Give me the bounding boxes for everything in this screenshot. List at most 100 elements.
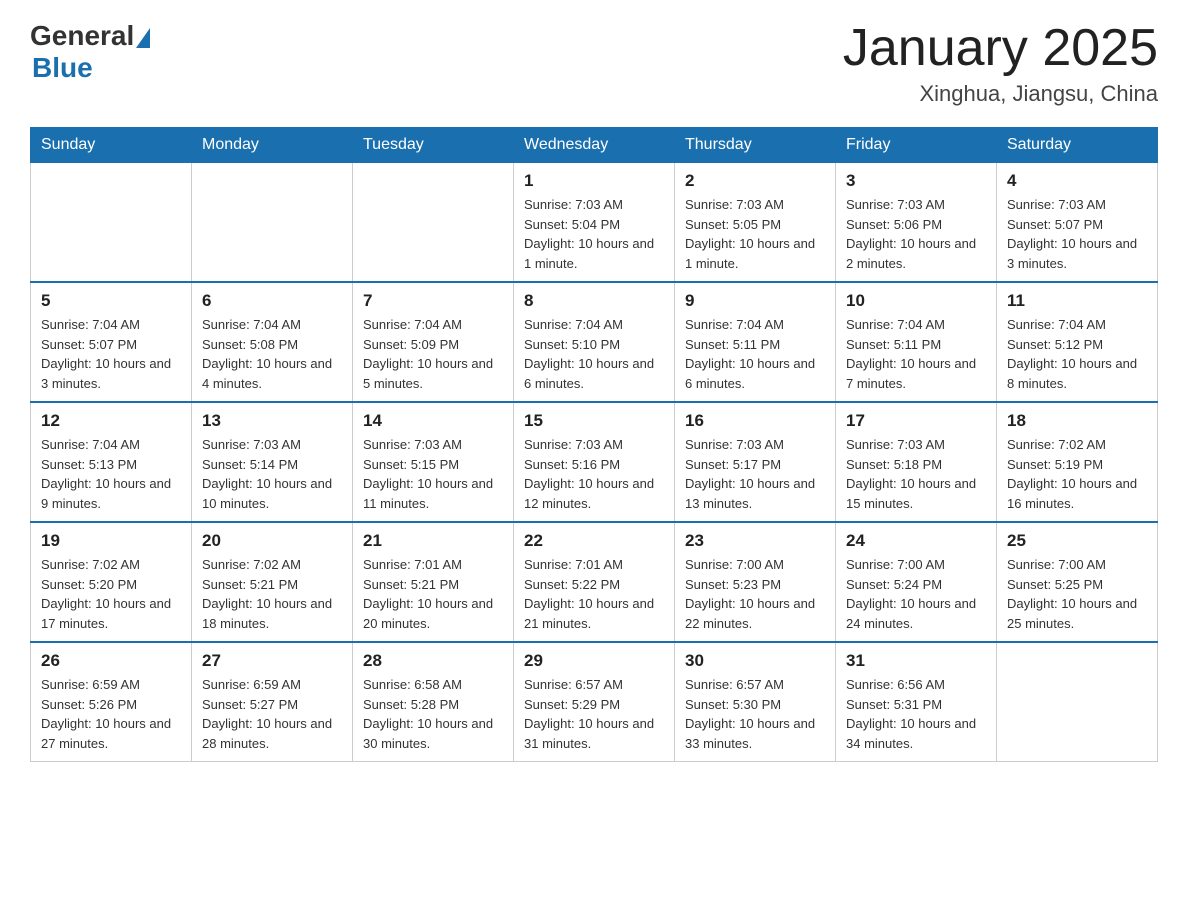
day-info: Sunrise: 6:56 AMSunset: 5:31 PMDaylight:… (846, 675, 986, 753)
day-info: Sunrise: 7:03 AMSunset: 5:18 PMDaylight:… (846, 435, 986, 513)
day-info: Sunrise: 7:04 AMSunset: 5:11 PMDaylight:… (846, 315, 986, 393)
day-info: Sunrise: 7:04 AMSunset: 5:13 PMDaylight:… (41, 435, 181, 513)
day-number: 29 (524, 651, 664, 671)
calendar-day-cell: 24Sunrise: 7:00 AMSunset: 5:24 PMDayligh… (836, 522, 997, 642)
calendar-day-cell: 17 Sunrise: 7:03 AMSunset: 5:18 PMDayligh… (836, 402, 997, 522)
day-number: 7 (363, 291, 503, 311)
calendar-day-cell: 21Sunrise: 7:01 AMSunset: 5:21 PMDayligh… (353, 522, 514, 642)
day-info: Sunrise: 7:02 AMSunset: 5:19 PMDaylight:… (1007, 435, 1147, 513)
logo-general-text: General (30, 20, 134, 52)
calendar-day-cell: 31 Sunrise: 6:56 AMSunset: 5:31 PMDayligh… (836, 642, 997, 762)
day-number: 31 (846, 651, 986, 671)
day-number: 30 (685, 651, 825, 671)
day-number: 8 (524, 291, 664, 311)
calendar-week-row: 19 Sunrise: 7:02 AMSunset: 5:20 PMDayligh… (31, 522, 1158, 642)
day-info: Sunrise: 7:03 AMSunset: 5:05 PMDaylight:… (685, 195, 825, 273)
calendar-day-cell: 28 Sunrise: 6:58 AMSunset: 5:28 PMDayligh… (353, 642, 514, 762)
day-info: Sunrise: 6:59 AMSunset: 5:27 PMDaylight:… (202, 675, 342, 753)
title-block: January 2025 Xinghua, Jiangsu, China (843, 20, 1158, 107)
day-number: 18 (1007, 411, 1147, 431)
day-number: 4 (1007, 171, 1147, 191)
day-number: 13 (202, 411, 342, 431)
day-info: Sunrise: 6:58 AMSunset: 5:28 PMDaylight:… (363, 675, 503, 753)
calendar-week-row: 12 Sunrise: 7:04 AMSunset: 5:13 PMDayligh… (31, 402, 1158, 522)
day-number: 23 (685, 531, 825, 551)
calendar-day-cell: 11 Sunrise: 7:04 AMSunset: 5:12 PMDayligh… (997, 282, 1158, 402)
day-info: Sunrise: 7:03 AMSunset: 5:15 PMDaylight:… (363, 435, 503, 513)
calendar-day-cell: 14Sunrise: 7:03 AMSunset: 5:15 PMDayligh… (353, 402, 514, 522)
calendar-day-cell: 15Sunrise: 7:03 AMSunset: 5:16 PMDayligh… (514, 402, 675, 522)
day-info: Sunrise: 7:02 AMSunset: 5:20 PMDaylight:… (41, 555, 181, 633)
day-info: Sunrise: 7:04 AMSunset: 5:09 PMDaylight:… (363, 315, 503, 393)
day-info: Sunrise: 7:03 AMSunset: 5:17 PMDaylight:… (685, 435, 825, 513)
day-number: 17 (846, 411, 986, 431)
day-info: Sunrise: 7:00 AMSunset: 5:25 PMDaylight:… (1007, 555, 1147, 633)
calendar-day-cell: 29 Sunrise: 6:57 AMSunset: 5:29 PMDayligh… (514, 642, 675, 762)
weekday-header-thursday: Thursday (675, 128, 836, 163)
day-info: Sunrise: 7:04 AMSunset: 5:12 PMDaylight:… (1007, 315, 1147, 393)
day-info: Sunrise: 7:03 AMSunset: 5:14 PMDaylight:… (202, 435, 342, 513)
calendar-day-cell: 18 Sunrise: 7:02 AMSunset: 5:19 PMDayligh… (997, 402, 1158, 522)
day-info: Sunrise: 7:01 AMSunset: 5:22 PMDaylight:… (524, 555, 664, 633)
page-header: General Blue January 2025 Xinghua, Jiang… (30, 20, 1158, 107)
day-number: 21 (363, 531, 503, 551)
day-number: 6 (202, 291, 342, 311)
calendar-day-cell: 7 Sunrise: 7:04 AMSunset: 5:09 PMDaylight… (353, 282, 514, 402)
calendar-day-cell: 16 Sunrise: 7:03 AMSunset: 5:17 PMDayligh… (675, 402, 836, 522)
day-number: 1 (524, 171, 664, 191)
day-number: 26 (41, 651, 181, 671)
calendar-day-cell: 13 Sunrise: 7:03 AMSunset: 5:14 PMDayligh… (192, 402, 353, 522)
calendar-day-cell: 4 Sunrise: 7:03 AMSunset: 5:07 PMDaylight… (997, 163, 1158, 283)
day-number: 28 (363, 651, 503, 671)
day-info: Sunrise: 7:03 AMSunset: 5:06 PMDaylight:… (846, 195, 986, 273)
day-info: Sunrise: 7:03 AMSunset: 5:16 PMDaylight:… (524, 435, 664, 513)
weekday-header-saturday: Saturday (997, 128, 1158, 163)
calendar-day-cell: 8 Sunrise: 7:04 AMSunset: 5:10 PMDaylight… (514, 282, 675, 402)
location-text: Xinghua, Jiangsu, China (843, 81, 1158, 107)
day-info: Sunrise: 6:57 AMSunset: 5:30 PMDaylight:… (685, 675, 825, 753)
calendar-week-row: 26 Sunrise: 6:59 AMSunset: 5:26 PMDayligh… (31, 642, 1158, 762)
weekday-header-tuesday: Tuesday (353, 128, 514, 163)
day-info: Sunrise: 7:04 AMSunset: 5:11 PMDaylight:… (685, 315, 825, 393)
calendar-day-cell: 19 Sunrise: 7:02 AMSunset: 5:20 PMDayligh… (31, 522, 192, 642)
weekday-header-monday: Monday (192, 128, 353, 163)
day-number: 11 (1007, 291, 1147, 311)
day-info: Sunrise: 7:04 AMSunset: 5:07 PMDaylight:… (41, 315, 181, 393)
calendar-day-cell: 30 Sunrise: 6:57 AMSunset: 5:30 PMDayligh… (675, 642, 836, 762)
calendar-day-cell: 12 Sunrise: 7:04 AMSunset: 5:13 PMDayligh… (31, 402, 192, 522)
calendar-week-row: 1Sunrise: 7:03 AMSunset: 5:04 PMDaylight… (31, 163, 1158, 283)
calendar-day-cell: 23 Sunrise: 7:00 AMSunset: 5:23 PMDayligh… (675, 522, 836, 642)
day-number: 5 (41, 291, 181, 311)
calendar-day-cell: 6 Sunrise: 7:04 AMSunset: 5:08 PMDaylight… (192, 282, 353, 402)
calendar-day-cell (997, 642, 1158, 762)
day-number: 22 (524, 531, 664, 551)
calendar-day-cell: 9Sunrise: 7:04 AMSunset: 5:11 PMDaylight… (675, 282, 836, 402)
day-number: 12 (41, 411, 181, 431)
day-number: 25 (1007, 531, 1147, 551)
logo-triangle-icon (136, 28, 150, 48)
day-number: 16 (685, 411, 825, 431)
calendar-day-cell: 27Sunrise: 6:59 AMSunset: 5:27 PMDayligh… (192, 642, 353, 762)
day-info: Sunrise: 7:04 AMSunset: 5:08 PMDaylight:… (202, 315, 342, 393)
calendar-day-cell (353, 163, 514, 283)
calendar-day-cell: 3 Sunrise: 7:03 AMSunset: 5:06 PMDaylight… (836, 163, 997, 283)
day-info: Sunrise: 7:00 AMSunset: 5:23 PMDaylight:… (685, 555, 825, 633)
day-number: 20 (202, 531, 342, 551)
calendar-day-cell (31, 163, 192, 283)
day-number: 3 (846, 171, 986, 191)
calendar-table: SundayMondayTuesdayWednesdayThursdayFrid… (30, 127, 1158, 762)
calendar-day-cell: 25 Sunrise: 7:00 AMSunset: 5:25 PMDayligh… (997, 522, 1158, 642)
day-number: 10 (846, 291, 986, 311)
day-info: Sunrise: 6:57 AMSunset: 5:29 PMDaylight:… (524, 675, 664, 753)
day-info: Sunrise: 7:03 AMSunset: 5:07 PMDaylight:… (1007, 195, 1147, 273)
day-info: Sunrise: 6:59 AMSunset: 5:26 PMDaylight:… (41, 675, 181, 753)
calendar-day-cell: 1Sunrise: 7:03 AMSunset: 5:04 PMDaylight… (514, 163, 675, 283)
day-info: Sunrise: 7:02 AMSunset: 5:21 PMDaylight:… (202, 555, 342, 633)
calendar-day-cell: 2Sunrise: 7:03 AMSunset: 5:05 PMDaylight… (675, 163, 836, 283)
calendar-week-row: 5 Sunrise: 7:04 AMSunset: 5:07 PMDaylight… (31, 282, 1158, 402)
weekday-header-sunday: Sunday (31, 128, 192, 163)
day-info: Sunrise: 7:04 AMSunset: 5:10 PMDaylight:… (524, 315, 664, 393)
calendar-day-cell: 22 Sunrise: 7:01 AMSunset: 5:22 PMDayligh… (514, 522, 675, 642)
calendar-day-cell: 5 Sunrise: 7:04 AMSunset: 5:07 PMDaylight… (31, 282, 192, 402)
day-number: 19 (41, 531, 181, 551)
